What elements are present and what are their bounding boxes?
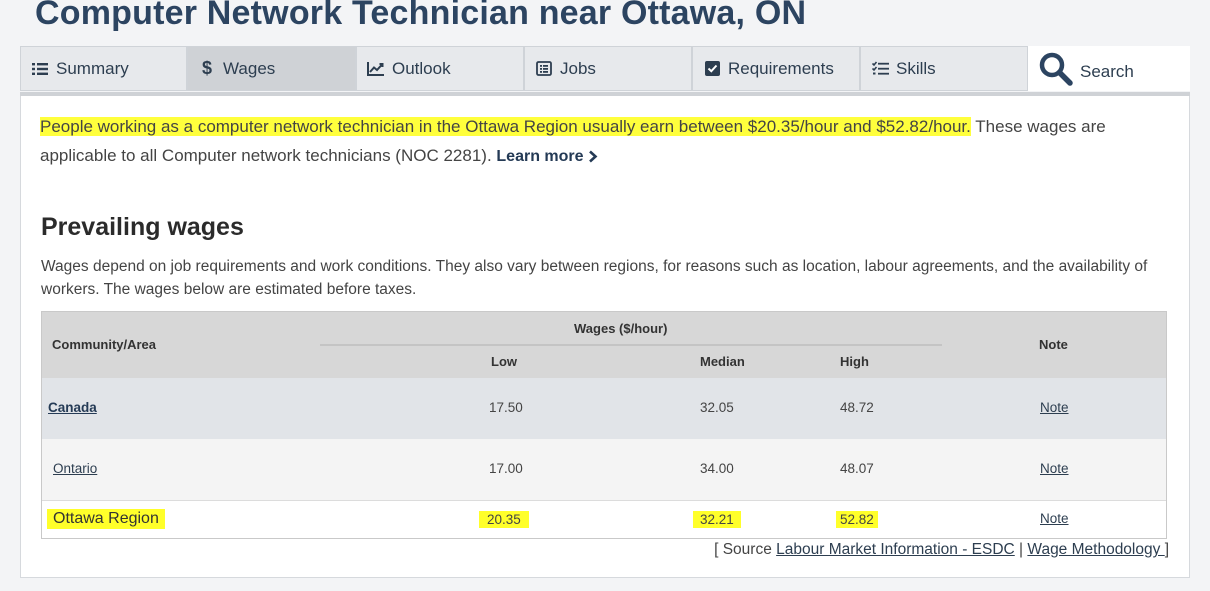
tab-outlook[interactable]: Outlook <box>356 46 524 91</box>
tab-wages[interactable]: $ Wages <box>187 46 356 91</box>
tab-bar: Summary $ Wages Outlook Jobs Requirement… <box>20 46 1190 93</box>
high-value: 48.72 <box>840 400 874 415</box>
area-ottawa-region: Ottawa Region <box>47 509 165 529</box>
tab-skills-label: Skills <box>896 58 936 78</box>
lmi-esdc-link[interactable]: Labour Market Information - ESDC <box>776 541 1015 558</box>
source-suffix: ] <box>1164 541 1169 558</box>
high-value: 48.07 <box>840 461 874 476</box>
table-row: Ontario 17.00 34.00 48.07 Note <box>42 439 1166 500</box>
line-chart-icon <box>367 60 385 78</box>
area-link-canada[interactable]: Canada <box>48 400 97 415</box>
list-icon <box>31 60 49 78</box>
tab-search-label: Search <box>1080 61 1134 81</box>
search-icon <box>1038 51 1074 87</box>
note-link[interactable]: Note <box>1040 400 1069 415</box>
header-low: Low <box>491 354 517 369</box>
area-link-ontario[interactable]: Ontario <box>53 461 97 476</box>
tab-summary-label: Summary <box>56 58 129 78</box>
tab-wages-label: Wages <box>223 58 276 78</box>
wage-intro-highlight: People working as a computer network tec… <box>40 117 971 136</box>
tab-requirements-label: Requirements <box>728 58 834 78</box>
tab-requirements[interactable]: Requirements <box>692 46 860 91</box>
wage-intro: People working as a computer network tec… <box>40 112 1170 173</box>
learn-more-link[interactable]: Learn more <box>496 148 597 165</box>
low-value: 20.35 <box>479 511 529 528</box>
header-community: Community/Area <box>52 337 157 352</box>
wage-methodology-link[interactable]: Wage Methodology <box>1027 541 1164 558</box>
median-value: 32.21 <box>693 511 741 528</box>
header-note: Note <box>1039 337 1068 352</box>
prevailing-wages-description: Wages depend on job requirements and wor… <box>41 258 1148 298</box>
source-separator: | <box>1014 541 1028 558</box>
table-row: Canada 17.50 32.05 48.72 Note <box>42 378 1166 439</box>
page-title: Computer Network Technician near Ottawa,… <box>35 0 807 32</box>
prevailing-wages-heading: Prevailing wages <box>41 213 244 241</box>
header-high: High <box>840 354 869 369</box>
chevron-right-icon <box>588 144 598 173</box>
header-wages-group: Wages ($/hour) <box>574 321 668 336</box>
dollar-icon: $ <box>201 58 212 78</box>
low-value: 17.50 <box>489 400 523 415</box>
source-prefix: [ Source <box>714 541 777 558</box>
tab-search[interactable]: Search <box>1028 46 1190 91</box>
document-list-icon <box>535 60 553 78</box>
wages-table: Community/Area Wages ($/hour) Low Median… <box>41 311 1167 539</box>
high-value: 52.82 <box>836 511 878 528</box>
low-value: 17.00 <box>489 461 523 476</box>
table-row: Ottawa Region 20.35 32.21 52.82 Note <box>42 500 1166 538</box>
checklist-icon <box>871 60 889 78</box>
note-link[interactable]: Note <box>1040 511 1069 526</box>
tab-skills[interactable]: Skills <box>860 46 1028 91</box>
tab-summary[interactable]: Summary <box>20 46 187 91</box>
median-value: 32.05 <box>700 400 734 415</box>
header-divider <box>320 344 942 346</box>
header-median: Median <box>700 354 745 369</box>
tab-outlook-label: Outlook <box>392 58 451 78</box>
source-line: [ Source Labour Market Information - ESD… <box>714 541 1169 559</box>
median-value: 34.00 <box>700 461 734 476</box>
table-header: Community/Area Wages ($/hour) Low Median… <box>42 312 1166 378</box>
tab-jobs[interactable]: Jobs <box>524 46 692 91</box>
checkbox-icon <box>703 60 721 78</box>
tab-jobs-label: Jobs <box>560 58 596 78</box>
note-link[interactable]: Note <box>1040 461 1069 476</box>
